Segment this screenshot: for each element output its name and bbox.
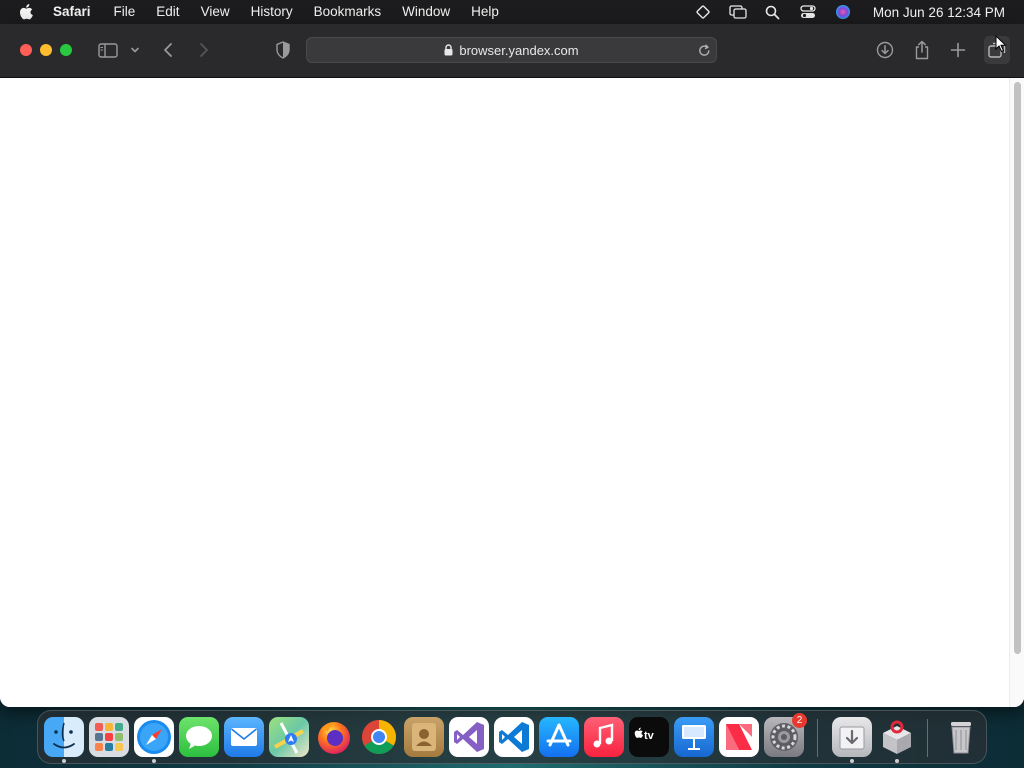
control-center-icon[interactable] <box>799 3 817 21</box>
web-page-content[interactable] <box>0 78 1024 707</box>
scrollbar-thumb[interactable] <box>1014 82 1021 654</box>
lock-icon <box>444 44 453 56</box>
menu-file[interactable]: File <box>114 0 136 24</box>
dock: tv 2 <box>37 710 987 764</box>
dock-running-indicator <box>62 759 66 763</box>
dock-apple-tv-icon[interactable]: tv <box>629 717 669 757</box>
menu-clock[interactable]: Mon Jun 26 12:34 PM <box>873 5 1005 20</box>
privacy-shield-icon[interactable] <box>272 38 294 62</box>
dock-running-indicator <box>850 759 854 763</box>
new-tab-icon[interactable] <box>947 38 969 62</box>
dock-visual-studio-icon[interactable] <box>449 717 489 757</box>
dock-separator <box>817 719 818 757</box>
chevron-down-icon[interactable] <box>128 38 142 62</box>
svg-text:tv: tv <box>644 730 655 742</box>
siri-icon[interactable] <box>834 3 852 21</box>
menu-app-name[interactable]: Safari <box>53 0 91 24</box>
spotlight-search-icon[interactable] <box>764 3 782 21</box>
dock-firefox-icon[interactable] <box>314 717 354 757</box>
menu-help[interactable]: Help <box>471 0 499 24</box>
menu-history[interactable]: History <box>251 0 293 24</box>
menu-view[interactable]: View <box>201 0 230 24</box>
menu-edit[interactable]: Edit <box>156 0 179 24</box>
sidebar-toggle-icon[interactable] <box>96 38 120 62</box>
forward-button[interactable] <box>194 38 214 62</box>
menu-bar: Safari File Edit View History Bookmarks … <box>0 0 1024 24</box>
dock-archive-utility-icon[interactable] <box>877 717 917 757</box>
dock-messages-icon[interactable] <box>179 717 219 757</box>
reload-icon[interactable] <box>696 42 712 58</box>
dock-safari-icon[interactable] <box>134 717 174 757</box>
dock-chrome-icon[interactable] <box>359 717 399 757</box>
close-window-button[interactable] <box>20 44 32 56</box>
dock-app-store-icon[interactable] <box>539 717 579 757</box>
url-text: browser.yandex.com <box>459 42 579 58</box>
menu-window[interactable]: Window <box>402 0 450 24</box>
menu-bookmarks[interactable]: Bookmarks <box>314 0 382 24</box>
dock-finder-icon[interactable] <box>44 717 84 757</box>
dock-news-icon[interactable] <box>719 717 759 757</box>
dock-music-icon[interactable] <box>584 717 624 757</box>
dock-contacts-icon[interactable] <box>404 717 444 757</box>
screen-mirroring-icon[interactable] <box>729 3 747 21</box>
diamond-status-icon[interactable] <box>694 3 712 21</box>
mouse-cursor-icon <box>995 35 1007 53</box>
apple-menu-icon[interactable] <box>18 4 34 20</box>
notification-badge: 2 <box>792 713 807 728</box>
desktop: Safari File Edit View History Bookmarks … <box>0 0 1024 768</box>
zoom-window-button[interactable] <box>60 44 72 56</box>
dock-running-indicator <box>152 759 156 763</box>
dock-mail-icon[interactable] <box>224 717 264 757</box>
dock-vscode-icon[interactable] <box>494 717 534 757</box>
dock-launchpad-icon[interactable] <box>89 717 129 757</box>
dock-running-indicator <box>895 759 899 763</box>
minimize-window-button[interactable] <box>40 44 52 56</box>
dock-downloads-stack-icon[interactable] <box>832 717 872 757</box>
address-bar[interactable]: browser.yandex.com <box>306 37 717 63</box>
dock-maps-icon[interactable] <box>269 717 309 757</box>
downloads-icon[interactable] <box>874 38 896 62</box>
share-icon[interactable] <box>911 38 933 62</box>
dock-separator <box>927 719 928 757</box>
browser-toolbar: browser.yandex.com <box>0 24 1024 78</box>
dock-trash-icon[interactable] <box>941 717 981 757</box>
dock-keynote-icon[interactable] <box>674 717 714 757</box>
back-button[interactable] <box>158 38 178 62</box>
safari-window: browser.yandex.com <box>0 24 1024 707</box>
